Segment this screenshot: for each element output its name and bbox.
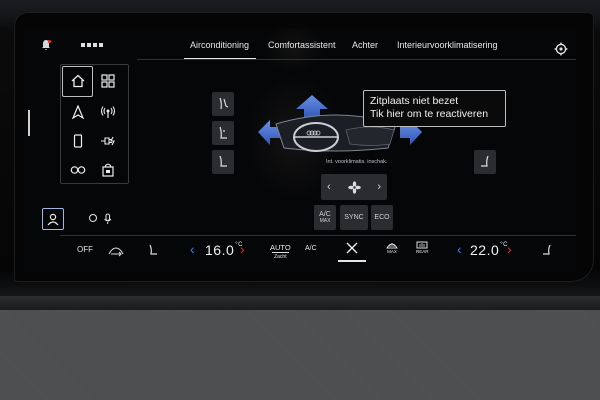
charging-plug-icon[interactable]	[94, 128, 122, 154]
voice-assistant-icon[interactable]	[88, 212, 114, 230]
auto-label: AUTO	[270, 243, 291, 252]
close-climate-icon[interactable]	[338, 236, 366, 262]
right-seat-heating-icon[interactable]	[542, 243, 552, 261]
left-temp-decrease-chevron-icon[interactable]: ‹	[190, 241, 195, 257]
right-temperature: 22.0°C	[470, 242, 508, 258]
left-temp-increase-chevron-icon[interactable]: ›	[240, 241, 245, 257]
tab-achter[interactable]: Achter	[352, 40, 378, 50]
apps-grid-icon[interactable]	[94, 68, 122, 94]
auto-button[interactable]: AUTO Zacht	[270, 243, 291, 260]
right-temp-decrease-chevron-icon[interactable]: ‹	[457, 241, 462, 257]
bottom-ac-button[interactable]: A/C	[305, 245, 317, 252]
tab-airconditioning[interactable]: Airconditioning	[190, 40, 249, 50]
dashboard-trim	[0, 296, 600, 310]
eco-button[interactable]: ECO	[371, 205, 393, 230]
climate-off-button[interactable]: OFF	[77, 245, 93, 254]
passenger-seat-cushion-button[interactable]	[474, 150, 496, 174]
seat-heating-backrest-button[interactable]	[212, 92, 234, 116]
recirculation-icon[interactable]	[108, 244, 124, 262]
ac-max-button[interactable]: A/C MAX	[314, 205, 336, 230]
notification-bell-icon[interactable]	[40, 38, 52, 56]
car-settings-icon[interactable]	[64, 157, 92, 183]
sync-button[interactable]: SYNC	[340, 205, 368, 230]
front-defrost-icon	[386, 243, 398, 249]
tooltip-line1: Zitplaats niet bezet	[370, 95, 459, 107]
ac-max-label: A/C	[319, 211, 331, 218]
rear-label: REAR	[416, 249, 429, 254]
left-edge-slider[interactable]	[28, 110, 30, 136]
max-defrost-button[interactable]: MAX	[386, 241, 398, 254]
left-seat-heating-icon[interactable]	[148, 243, 158, 261]
preclimatisation-label[interactable]: Int. voorklimatis. inschak.	[326, 159, 387, 165]
car-dashboard-photo: Airconditioning Comfortassistent Achter …	[0, 0, 600, 400]
rear-defrost-icon	[416, 241, 428, 249]
home-icon[interactable]	[64, 68, 92, 94]
tab-comfortassistent[interactable]: Comfortassistent	[268, 40, 336, 50]
top-divider	[137, 59, 576, 60]
dashboard-leather	[0, 310, 600, 400]
phone-icon[interactable]	[64, 128, 92, 154]
airflow-up-left-arrow[interactable]	[296, 95, 328, 118]
user-profile-icon[interactable]	[42, 208, 64, 230]
radio-signal-icon[interactable]	[94, 99, 122, 125]
navigation-icon[interactable]	[64, 99, 92, 125]
seat-unoccupied-tooltip[interactable]: Zitplaats niet bezet Tik hier om te reac…	[363, 90, 506, 127]
fan-increase-chevron-icon[interactable]: ›	[377, 181, 381, 193]
tooltip-line2: Tik hier om te reactiveren	[370, 108, 489, 120]
seat-heating-cushion-button[interactable]	[212, 150, 234, 174]
auto-sublabel: Zacht	[272, 252, 289, 260]
page-dots-icon	[81, 43, 103, 47]
seat-ventilation-button[interactable]	[212, 121, 234, 145]
left-temperature: 16.0°C	[205, 242, 243, 258]
max-label: MAX	[387, 249, 397, 254]
rear-defrost-button[interactable]: REAR	[416, 241, 429, 254]
tab-interieurvoorklimatisering[interactable]: Interieurvoorklimatisering	[397, 40, 498, 50]
ac-max-sublabel: MAX	[319, 218, 331, 224]
fan-speed-control[interactable]: ‹ ›	[321, 174, 387, 200]
bottom-divider	[60, 235, 576, 236]
fan-icon	[347, 180, 361, 194]
right-temp-increase-chevron-icon[interactable]: ›	[507, 241, 512, 257]
fan-decrease-chevron-icon[interactable]: ‹	[327, 181, 331, 193]
store-bag-icon[interactable]	[94, 157, 122, 183]
